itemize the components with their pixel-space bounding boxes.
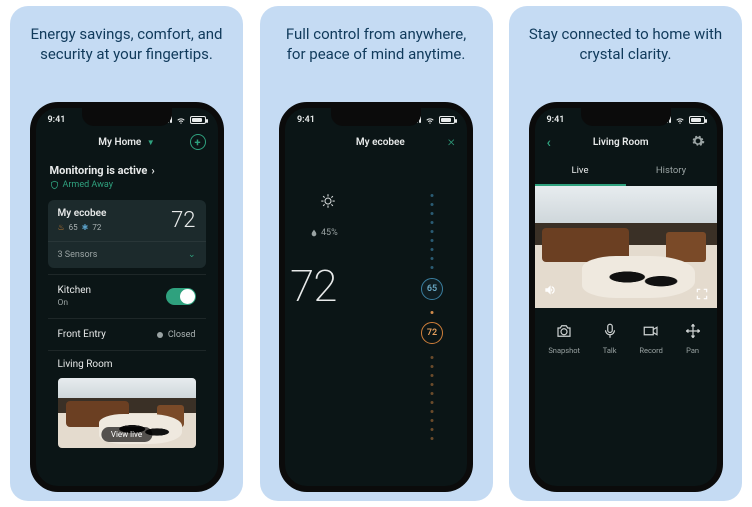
phone-notch [82, 108, 172, 126]
camera-tabs: Live History [535, 157, 717, 186]
cool-setpoint: 72 [92, 223, 101, 232]
talk-button[interactable]: Talk [600, 322, 620, 355]
current-temp: 72 [171, 208, 195, 233]
live-feed[interactable] [535, 186, 717, 308]
kitchen-name: Kitchen [58, 285, 92, 296]
chevron-down-icon: ▼ [147, 138, 155, 147]
status-dot-icon [157, 332, 163, 338]
battery-icon [190, 116, 206, 124]
view-live-button[interactable]: View live [101, 427, 152, 442]
promo-panel-1: Energy savings, comfort, and security at… [10, 6, 243, 501]
mode-icon[interactable] [318, 192, 338, 214]
cool-setpoint-bubble[interactable]: 65 [421, 278, 443, 300]
camera-thumbnail[interactable]: View live [58, 378, 196, 448]
heat-setpoint-bubble[interactable]: 72 [421, 322, 443, 344]
humidity-readout: 45% [310, 228, 338, 238]
camera-row[interactable]: Living Room View live [48, 350, 206, 448]
kitchen-toggle[interactable] [166, 288, 196, 305]
snowflake-icon: ✱ [82, 223, 89, 232]
sensors-expand[interactable]: 3 Sensors ⌄ [48, 241, 206, 268]
promo-panel-3: Stay connected to home with crystal clar… [509, 6, 742, 501]
temp-slider[interactable]: 65 72 [422, 174, 442, 444]
thermostat-card[interactable]: My ecobee ♨ 65 ✱ 72 72 3 Sensors ⌄ [48, 200, 206, 268]
camera-controls: Snapshot Talk Record [535, 308, 717, 355]
device-label: My ecobee [313, 137, 448, 148]
phone-mockup-1: 9:41 My Home ▼ + M [30, 102, 224, 492]
home-selector[interactable]: My Home ▼ [64, 137, 190, 148]
close-button[interactable]: × [448, 134, 455, 150]
status-time: 9:41 [547, 115, 565, 125]
front-entry-name: Front Entry [58, 329, 106, 340]
front-entry-state: Closed [168, 330, 196, 340]
kitchen-row[interactable]: Kitchen On [48, 274, 206, 318]
kitchen-state: On [58, 298, 92, 308]
panel-3-title: Stay connected to home with crystal clar… [509, 6, 742, 102]
panel-1-title: Energy savings, comfort, and security at… [10, 6, 243, 102]
monitoring-banner[interactable]: Monitoring is active › Armed Away [42, 158, 212, 200]
chevron-down-icon: ⌄ [188, 250, 196, 260]
snapshot-button[interactable]: Snapshot [548, 322, 580, 355]
wifi-icon [675, 115, 685, 125]
thermostat-name: My ecobee [58, 208, 107, 219]
promo-panel-2: Full control from anywhere, for peace of… [260, 6, 493, 501]
camera-topbar: ‹ Living Room [535, 128, 717, 157]
phone-notch [581, 108, 671, 126]
drop-icon [310, 228, 318, 238]
pan-button[interactable]: Pan [683, 322, 703, 355]
chevron-right-icon: › [151, 164, 154, 177]
room-label: Living Room [551, 137, 691, 148]
phone-mockup-3: 9:41 ‹ Living Room Live History [529, 102, 723, 492]
wifi-icon [425, 115, 435, 125]
tab-live[interactable]: Live [535, 157, 626, 186]
shield-icon [50, 180, 59, 190]
heat-setpoint: 65 [69, 223, 78, 232]
status-time: 9:41 [297, 115, 315, 125]
sensors-label: 3 Sensors [58, 250, 98, 260]
mic-icon [600, 322, 620, 340]
panel-2-title: Full control from anywhere, for peace of… [260, 6, 493, 102]
phone-notch [331, 108, 421, 126]
tab-history[interactable]: History [626, 157, 717, 186]
thermostat-view: 45% 72 65 72 [291, 164, 461, 454]
flame-icon: ♨ [58, 223, 65, 232]
pan-icon [683, 322, 703, 340]
settings-button[interactable] [691, 134, 705, 151]
battery-icon [439, 116, 455, 124]
volume-icon[interactable] [543, 283, 557, 300]
phone-mockup-2: 9:41 My ecobee × [279, 102, 473, 492]
record-button[interactable]: Record [639, 322, 663, 355]
status-time: 9:41 [48, 115, 66, 125]
front-entry-row[interactable]: Front Entry Closed [48, 318, 206, 350]
monitoring-title: Monitoring is active [50, 164, 148, 177]
home-topbar: My Home ▼ + [42, 128, 212, 158]
expand-icon[interactable] [695, 286, 709, 300]
thermostat-topbar: My ecobee × [291, 128, 461, 158]
video-icon [641, 322, 661, 340]
add-button[interactable]: + [190, 134, 206, 150]
camera-icon [554, 322, 574, 340]
monitoring-status: Armed Away [63, 180, 113, 190]
big-temperature: 72 [290, 260, 336, 312]
battery-icon [689, 116, 705, 124]
wifi-icon [176, 115, 186, 125]
camera-name: Living Room [48, 350, 206, 378]
